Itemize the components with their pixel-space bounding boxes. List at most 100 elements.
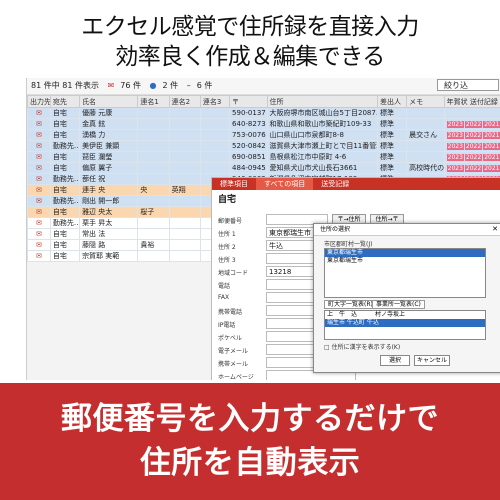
table-cell[interactable]: 自宅: [49, 228, 81, 240]
table-cell[interactable]: [168, 162, 201, 174]
table-cell[interactable]: 753-0076: [229, 129, 268, 141]
table-row[interactable]: ✉ 勤務先… 美伊臣 兼顕 520-0842 滋賀県大津市瀬上町とで目11番管理 標準 20…: [27, 140, 500, 152]
tab-town-list[interactable]: 町大字一覧表(R): [324, 300, 377, 309]
table-cell[interactable]: 標準: [376, 162, 408, 174]
table-cell[interactable]: 優藤 元康: [79, 107, 139, 119]
table-cell[interactable]: 晨交さん: [406, 129, 445, 141]
output-icon-cell[interactable]: ✉: [27, 184, 51, 196]
table-cell[interactable]: 滋賀県大津市瀬上町とで目11番管理: [266, 140, 378, 152]
table-cell[interactable]: 自宅: [49, 151, 81, 163]
table-row[interactable]: ✉ 自宅 金真 鉉 640-8273 和歌山県和歌山市築紀町109-33 標準 2023 20…: [27, 118, 500, 130]
table-cell[interactable]: 湧橋 力: [79, 129, 139, 141]
table-row[interactable]: ✉ 自宅 優藤 元康 590-0137 大阪府堺市南区城山台5丁目2087… 標準: [27, 107, 500, 119]
table-cell[interactable]: 自宅: [49, 107, 81, 119]
output-icon-cell[interactable]: ✉: [27, 140, 51, 152]
table-cell[interactable]: 勤務先…: [49, 195, 81, 207]
output-icon-cell[interactable]: ✉: [27, 173, 51, 185]
table-cell[interactable]: [137, 195, 170, 207]
table-cell[interactable]: 連手 央: [79, 184, 139, 196]
table-cell[interactable]: 自宅: [49, 206, 81, 218]
table-cell[interactable]: [137, 217, 170, 229]
table-cell[interactable]: [199, 129, 231, 141]
col-header[interactable]: 〒: [229, 95, 268, 108]
output-icon-cell[interactable]: ✉: [27, 107, 51, 119]
table-cell[interactable]: 桜子: [137, 206, 170, 218]
select-button[interactable]: 選択: [380, 355, 410, 366]
table-cell[interactable]: 標準: [376, 118, 408, 130]
table-cell[interactable]: 自宅: [49, 250, 81, 262]
table-cell[interactable]: 自宅: [49, 239, 81, 251]
table-cell[interactable]: [137, 151, 170, 163]
col-header[interactable]: 連名1: [137, 95, 170, 108]
table-row[interactable]: ✉ 自宅 湧橋 力 753-0076 山口県山口市泉都町8-8 標準 晨交さん 2023 202…: [27, 129, 500, 141]
col-header[interactable]: 差出人: [376, 95, 408, 108]
table-cell[interactable]: 202320222021: [443, 118, 500, 130]
list-item[interactable]: 東京都瑞生市: [325, 249, 485, 257]
table-cell[interactable]: [199, 107, 231, 119]
table-cell[interactable]: 勤務先…: [49, 140, 81, 152]
table-cell[interactable]: 山口県山口市泉都町8-8: [266, 129, 378, 141]
col-header[interactable]: 連名3: [199, 95, 231, 108]
table-cell[interactable]: [199, 162, 231, 174]
table-cell[interactable]: 藤隠 路: [79, 239, 139, 251]
output-icon-cell[interactable]: ✉: [27, 195, 51, 207]
kanji-checkbox-row[interactable]: □ 住所に漢字を表示する(K): [324, 342, 400, 351]
table-cell[interactable]: [137, 118, 170, 130]
output-icon-cell[interactable]: ✉: [27, 250, 51, 262]
table-cell[interactable]: [168, 129, 201, 141]
table-cell[interactable]: [137, 107, 170, 119]
col-header[interactable]: 年賀状 送付記録: [443, 95, 500, 108]
table-cell[interactable]: 英翔: [168, 184, 201, 196]
town-listbox[interactable]: 上 牛 込 村ノ寺坂上 瑞生市 牛込町 牛込: [324, 310, 486, 340]
table-cell[interactable]: [199, 151, 231, 163]
table-cell[interactable]: [168, 250, 201, 262]
table-cell[interactable]: 484-0945: [229, 162, 268, 174]
tab-standard[interactable]: 標準項目: [212, 178, 256, 190]
table-cell[interactable]: 202320222021: [443, 140, 500, 152]
table-cell[interactable]: 自宅: [49, 118, 81, 130]
table-cell[interactable]: 高校時代の…: [406, 162, 445, 174]
table-cell[interactable]: 標準: [376, 129, 408, 141]
filter-button[interactable]: 絞り込: [437, 79, 499, 91]
city-listbox[interactable]: 東京都瑞生市 東京都瑞生市: [324, 248, 486, 298]
output-icon-cell[interactable]: ✉: [27, 118, 51, 130]
table-cell[interactable]: [406, 107, 445, 119]
col-header[interactable]: 住所: [266, 95, 378, 108]
table-cell[interactable]: 偏原 翼子: [79, 162, 139, 174]
table-cell[interactable]: 貴裕: [137, 239, 170, 251]
table-cell[interactable]: 202320222021: [443, 151, 500, 163]
tab-all-items[interactable]: すべての項目: [256, 178, 314, 190]
table-cell[interactable]: [168, 217, 201, 229]
table-cell[interactable]: 常出 法: [79, 228, 139, 240]
table-cell[interactable]: [168, 151, 201, 163]
table-cell[interactable]: [168, 140, 201, 152]
table-cell[interactable]: [137, 129, 170, 141]
output-icon-cell[interactable]: ✉: [27, 239, 51, 251]
table-cell[interactable]: 標準: [376, 107, 408, 119]
table-cell[interactable]: 自宅: [49, 129, 81, 141]
table-cell[interactable]: 640-8273: [229, 118, 268, 130]
table-cell[interactable]: [168, 206, 201, 218]
table-cell[interactable]: 標準: [376, 140, 408, 152]
table-cell[interactable]: 勤務先…: [49, 173, 81, 185]
table-cell[interactable]: 520-0842: [229, 140, 268, 152]
table-cell[interactable]: 590-0137: [229, 107, 268, 119]
output-icon-cell[interactable]: ✉: [27, 217, 51, 229]
close-icon[interactable]: ✕: [492, 224, 498, 235]
table-cell[interactable]: 標準: [376, 151, 408, 163]
table-row[interactable]: ✉ 自宅 琵臣 瀾瑩 690-0851 島根県松江市中原町 4-6 標準 2023 2022 2…: [27, 151, 500, 163]
tab-office-list[interactable]: 事業所一覧表(C): [372, 300, 425, 309]
list-item[interactable]: 上 牛 込 村ノ寺坂上: [325, 311, 485, 319]
table-cell[interactable]: [168, 118, 201, 130]
table-cell[interactable]: [168, 107, 201, 119]
table-cell[interactable]: [137, 162, 170, 174]
table-cell[interactable]: 央: [137, 184, 170, 196]
table-cell[interactable]: [168, 195, 201, 207]
output-icon-cell[interactable]: ✉: [27, 129, 51, 141]
col-header[interactable]: 氏名: [79, 95, 139, 108]
output-icon-cell[interactable]: ✉: [27, 228, 51, 240]
list-item[interactable]: 東京都瑞生市: [325, 257, 485, 265]
table-cell[interactable]: 栗手 昇太: [79, 217, 139, 229]
col-header[interactable]: 連名2: [168, 95, 201, 108]
table-cell[interactable]: 剛出 開一郎: [79, 195, 139, 207]
